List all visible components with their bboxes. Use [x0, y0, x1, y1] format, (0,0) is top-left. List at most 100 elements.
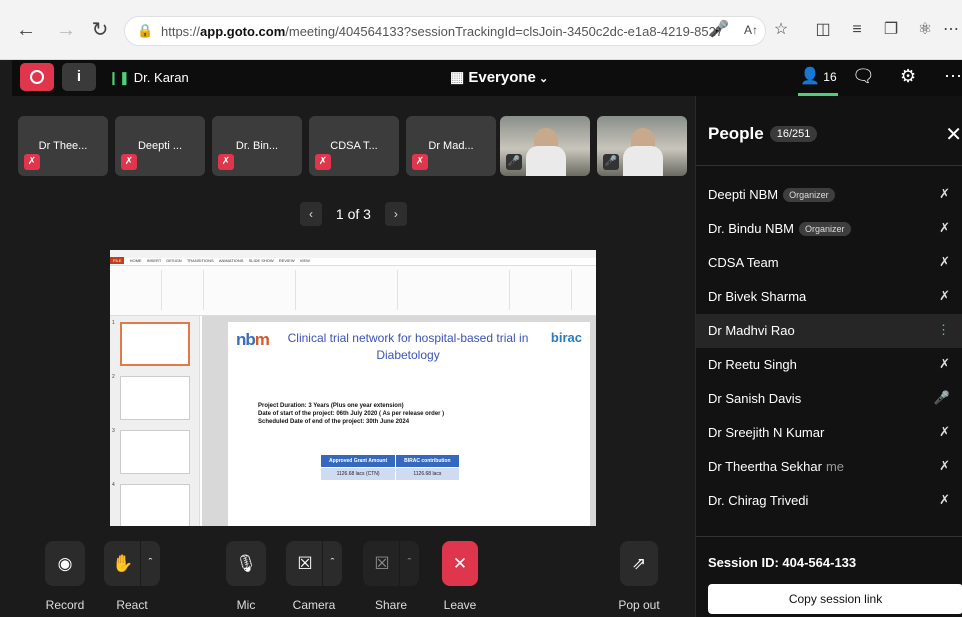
video-tile[interactable]: 🎤	[500, 116, 590, 176]
panel-title: People 16/251	[708, 124, 818, 144]
slide-thumbnail[interactable]	[120, 430, 190, 474]
person-icon: 👤	[800, 68, 820, 85]
record-icon: ◉	[57, 554, 73, 573]
chat-icon[interactable]: 🗨	[852, 66, 875, 87]
participant-row[interactable]: Dr Sanish Davis 🎤	[696, 382, 962, 416]
participant-row[interactable]: Dr Sreejith N Kumar ✗	[696, 416, 962, 450]
mic-muted-icon[interactable]: ✗	[939, 220, 950, 236]
mic-muted-icon[interactable]: ✗	[939, 458, 950, 474]
ppt-ribbon-tabs: FILE HOME INSERT DESIGN TRANSITIONS ANIM…	[110, 257, 596, 266]
meeting-topbar: i ❙❚ Dr. Karan ▦ Everyone ⌄ 👤 16 🗨 ⚙ ⋯	[12, 60, 962, 96]
grid-icon: ▦	[450, 69, 469, 86]
popout-button[interactable]: ⇗	[620, 541, 658, 586]
participant-tile[interactable]: Dr Mad... ✗	[406, 116, 496, 176]
slide-info: Project Duration: 3 Years (Plus one year…	[258, 403, 445, 425]
people-panel: People 16/251 ✕ Deepti NBM Organizer ✗ Dr.…	[695, 96, 962, 617]
nbm-logo: nbm	[236, 330, 270, 349]
record-button[interactable]: ◉	[45, 541, 85, 586]
chevron-up-icon[interactable]: ˆ	[399, 541, 419, 586]
participant-row[interactable]: Dr Bivek Sharma ✗	[696, 280, 962, 314]
back-icon[interactable]: ←	[14, 18, 38, 42]
chevron-up-icon[interactable]: ˆ	[140, 541, 160, 586]
mic-muted-icon[interactable]: ✗	[939, 254, 950, 270]
favorites-list-icon[interactable]: ≡	[846, 19, 868, 41]
tile-pager: ‹ 1 of 3 ›	[300, 202, 407, 226]
current-slide: nbm Clinical trial network for hospital-…	[228, 322, 590, 526]
mic-muted-icon[interactable]: ✗	[939, 356, 950, 372]
browser-menu-icon[interactable]: ⋯	[940, 19, 962, 41]
meeting-stage: Dr Thee... ✗ Deepti ... ✗ Dr. Bin... ✗ C…	[12, 96, 695, 617]
mic-muted-icon: 🎙	[235, 554, 257, 573]
copy-session-link-button[interactable]: Copy session link	[708, 584, 962, 614]
shared-screen: FILE HOME INSERT DESIGN TRANSITIONS ANIM…	[110, 250, 596, 526]
share-screen-icon: ☒	[374, 554, 390, 573]
participant-row[interactable]: Dr. Chirag Trivedi ✗	[696, 484, 962, 518]
chevron-up-icon[interactable]: ˆ	[322, 541, 342, 586]
next-page-button[interactable]: ›	[384, 202, 407, 226]
organizer-badge: Organizer	[798, 222, 851, 236]
participant-row[interactable]: Dr. Bindu NBM Organizer ✗	[696, 212, 962, 246]
birac-logo: birac	[550, 330, 582, 345]
mic-button[interactable]: 🎙	[226, 541, 266, 586]
close-panel-icon[interactable]: ✕	[945, 122, 962, 147]
settings-gear-icon[interactable]: ⚙	[900, 66, 916, 87]
mic-icon: 🎤	[603, 154, 619, 170]
mic-muted-icon[interactable]: ✗	[939, 424, 950, 440]
participant-tile[interactable]: Dr. Bin... ✗	[212, 116, 302, 176]
read-aloud-icon[interactable]: A↑	[740, 19, 762, 41]
grant-table: Approved Grant Amount BIRAC contribution …	[319, 454, 460, 481]
reload-icon[interactable]: ↻	[88, 18, 112, 42]
audio-level-icon: ❙❚	[108, 70, 130, 85]
mic-muted-icon: ✗	[218, 154, 234, 170]
recording-button[interactable]	[20, 63, 54, 91]
participant-tile[interactable]: Deepti ... ✗	[115, 116, 205, 176]
mic-muted-icon: ✗	[315, 154, 331, 170]
participant-row[interactable]: Dr Reetu Singh ✗	[696, 348, 962, 382]
react-button[interactable]: ✋ ˆ	[104, 541, 160, 586]
camera-button[interactable]: ☒ ˆ	[286, 541, 342, 586]
mic-icon: 🎤	[506, 154, 522, 170]
more-options-icon[interactable]: ⋯	[944, 66, 962, 87]
voice-search-icon[interactable]: 🎤	[708, 19, 730, 41]
forward-icon[interactable]: →	[54, 18, 78, 42]
participant-tile[interactable]: Dr Thee... ✗	[18, 116, 108, 176]
video-tile[interactable]: 🎤	[597, 116, 687, 176]
ppt-ribbon	[110, 266, 596, 316]
more-icon[interactable]: ⋮	[937, 322, 950, 338]
organizer-badge: Organizer	[783, 188, 835, 202]
slide-thumbnail[interactable]	[120, 484, 190, 526]
leave-button[interactable]: ✕	[442, 541, 478, 586]
people-button[interactable]: 👤 16	[800, 66, 837, 86]
hand-icon: ✋	[112, 554, 134, 573]
extension-icon[interactable]: ⚛	[914, 19, 936, 41]
participant-row[interactable]: Dr Madhvi Rao ⋮	[696, 314, 962, 348]
info-button[interactable]: i	[62, 63, 96, 91]
collections-icon[interactable]: ❐	[880, 19, 902, 41]
participant-row[interactable]: Deepti NBM Organizer ✗	[696, 178, 962, 212]
close-icon: ✕	[452, 554, 468, 573]
prev-page-button[interactable]: ‹	[300, 202, 322, 226]
slide-title: Clinical trial network for hospital-base…	[287, 331, 529, 362]
active-speaker: ❙❚ Dr. Karan	[108, 70, 189, 85]
mic-muted-icon: ✗	[412, 154, 428, 170]
slide-thumbnail[interactable]	[120, 322, 190, 366]
mic-muted-icon: ✗	[121, 154, 137, 170]
address-bar[interactable]: 🔒 https://app.goto.com/meeting/404564133…	[124, 16, 766, 46]
popout-icon: ⇗	[631, 554, 647, 573]
slide-thumbnail[interactable]	[120, 376, 190, 420]
slide-canvas: nbm Clinical trial network for hospital-…	[202, 316, 596, 526]
me-label: me	[825, 459, 844, 474]
lock-icon: 🔒	[137, 23, 154, 38]
participant-row[interactable]: Dr Theertha Sekhar me ✗	[696, 450, 962, 484]
mic-icon[interactable]: 🎤	[934, 390, 950, 406]
favorite-star-icon[interactable]: ☆	[770, 19, 792, 41]
mic-muted-icon[interactable]: ✗	[939, 186, 950, 202]
split-screen-icon[interactable]: ◫	[812, 19, 834, 41]
mic-muted-icon[interactable]: ✗	[939, 492, 950, 508]
session-footer: Session ID: 404-564-133 Copy session lin…	[696, 536, 962, 617]
participant-row[interactable]: CDSA Team ✗	[696, 246, 962, 280]
mic-muted-icon[interactable]: ✗	[939, 288, 950, 304]
participant-tile[interactable]: CDSA T... ✗	[309, 116, 399, 176]
share-button[interactable]: ☒ ˆ	[363, 541, 419, 586]
audience-selector[interactable]: ▦ Everyone ⌄	[450, 68, 548, 86]
